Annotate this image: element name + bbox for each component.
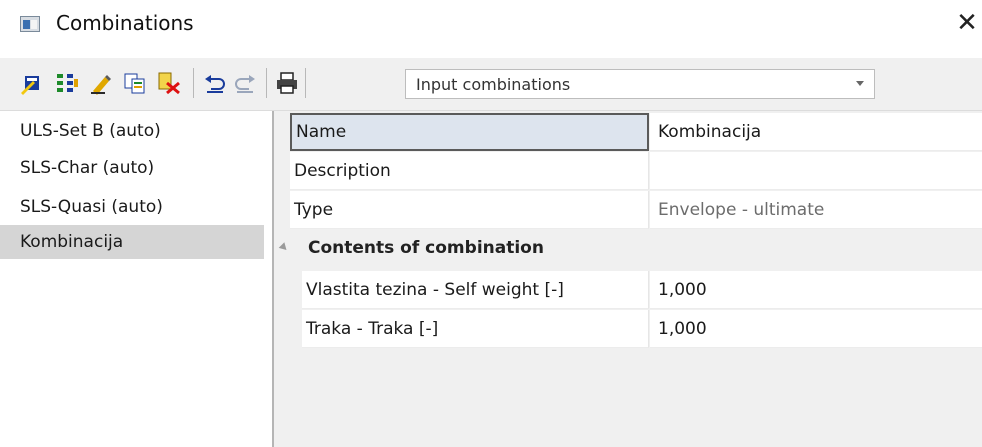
property-value-cell[interactable]: 1,000: [650, 310, 982, 348]
new-combination-icon[interactable]: [18, 70, 44, 96]
property-grid: Name Kombinacija Description Type Envelo…: [274, 111, 982, 447]
property-row: Traka - Traka [-] 1,000: [274, 310, 982, 349]
property-value-cell[interactable]: 1,000: [650, 271, 982, 309]
property-row: Vlastita tezina - Self weight [-] 1,000: [274, 271, 982, 310]
print-icon[interactable]: [274, 70, 300, 96]
toolbar: Input combinations: [0, 58, 982, 111]
window-title: Combinations: [56, 11, 194, 35]
close-icon[interactable]: ✕: [952, 6, 982, 40]
group-title: Contents of combination: [308, 238, 544, 258]
list-item[interactable]: ULS-Set B (auto): [0, 114, 264, 148]
property-name-cell[interactable]: Type: [290, 191, 649, 229]
chevron-down-icon: [856, 81, 864, 86]
delete-icon[interactable]: [156, 70, 182, 96]
list-item[interactable]: SLS-Quasi (auto): [0, 190, 264, 224]
undo-icon[interactable]: [202, 70, 228, 96]
redo-icon[interactable]: [232, 70, 258, 96]
property-value-cell[interactable]: Kombinacija: [650, 113, 982, 151]
property-row: Description: [274, 152, 982, 191]
generate-icon[interactable]: [54, 70, 80, 96]
list-item-selected[interactable]: Kombinacija: [0, 225, 264, 259]
property-name-cell[interactable]: Description: [290, 152, 649, 190]
collapse-icon[interactable]: [278, 242, 290, 253]
property-name-cell[interactable]: Name: [290, 113, 649, 151]
property-name-cell[interactable]: Vlastita tezina - Self weight [-]: [302, 271, 649, 309]
property-row: Name Kombinacija: [274, 113, 982, 152]
dropdown-value: Input combinations: [416, 75, 571, 94]
property-value-cell: Envelope - ultimate: [650, 191, 982, 229]
combination-type-dropdown[interactable]: Input combinations: [405, 69, 875, 99]
property-value-cell[interactable]: [650, 152, 982, 190]
property-name-cell[interactable]: Traka - Traka [-]: [302, 310, 649, 348]
group-header[interactable]: Contents of combination: [274, 230, 982, 268]
list-item[interactable]: SLS-Char (auto): [0, 151, 264, 185]
edit-icon[interactable]: [88, 70, 114, 96]
app-icon: [20, 16, 40, 32]
combination-list: ULS-Set B (auto) SLS-Char (auto) SLS-Qua…: [0, 111, 264, 447]
property-row: Type Envelope - ultimate: [274, 191, 982, 230]
copy-icon[interactable]: [122, 70, 148, 96]
title-bar: Combinations ✕: [0, 0, 982, 52]
